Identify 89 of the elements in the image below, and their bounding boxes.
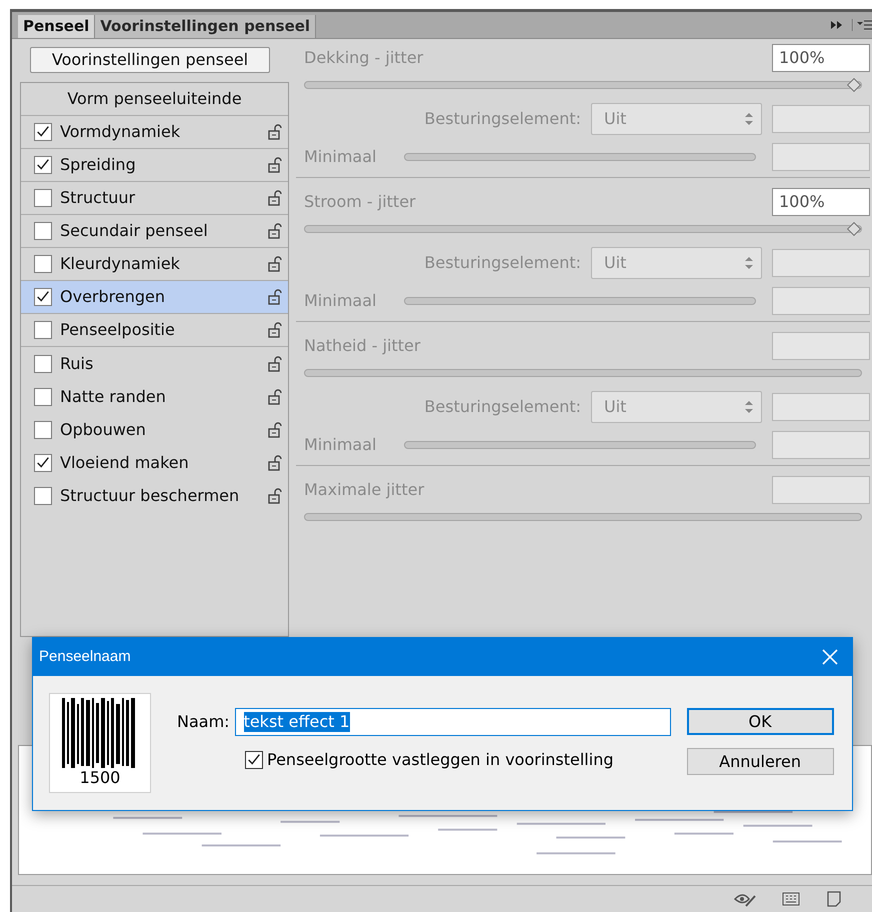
checkbox[interactable] <box>34 354 52 372</box>
brush-setting-item[interactable]: Secundair penseel <box>21 215 288 248</box>
value-input-field[interactable] <box>772 287 870 315</box>
setting-label[interactable]: Penseelpositie <box>60 318 260 342</box>
dialog-title: Penseelnaam <box>39 646 131 667</box>
lock-icon[interactable] <box>268 388 282 404</box>
panel-tab[interactable]: Voorinstellingen penseel <box>95 15 316 38</box>
lock-icon[interactable] <box>268 223 282 239</box>
checkbox[interactable] <box>34 222 52 240</box>
name-label: Naam: <box>177 711 230 733</box>
checkbox[interactable] <box>34 123 52 141</box>
expand-icon[interactable] <box>830 20 844 30</box>
setting-label[interactable]: Secundair penseel <box>60 219 260 243</box>
control-label: Besturingselement: <box>424 108 581 130</box>
panel-tab[interactable]: Penseel <box>18 15 96 38</box>
minimum-label: Minimaal <box>304 434 378 456</box>
dialog-button[interactable]: Annuleren <box>686 748 834 775</box>
checkbox[interactable] <box>34 255 52 273</box>
updown-icon <box>745 257 753 269</box>
brush-setting-item[interactable]: Vormdynamiek <box>21 116 288 149</box>
slider-track[interactable] <box>304 221 862 237</box>
value-input-field[interactable] <box>772 249 870 277</box>
checkbox[interactable] <box>34 189 52 207</box>
checkbox[interactable] <box>34 486 52 504</box>
section-title: Natheid - jitter <box>304 335 422 357</box>
value-input-field[interactable]: 100% <box>772 188 870 216</box>
control-label: Besturingselement: <box>424 396 581 418</box>
lock-icon[interactable] <box>268 356 282 372</box>
setting-label[interactable]: Opbouwen <box>60 418 260 442</box>
grid-icon[interactable] <box>782 892 800 906</box>
minimum-label: Minimaal <box>304 146 378 168</box>
setting-label[interactable]: Overbrengen <box>60 285 260 309</box>
minimum-label: Minimaal <box>304 290 378 312</box>
setting-label[interactable]: Ruis <box>60 352 260 376</box>
setting-label[interactable]: Kleurdynamiek <box>60 252 260 276</box>
brush-setting-item[interactable]: Spreiding <box>21 149 288 182</box>
value-input-field[interactable] <box>772 431 870 459</box>
checkbox[interactable] <box>34 288 52 306</box>
brush-setting-item[interactable]: Penseelpositie <box>21 314 288 347</box>
section-title: Stroom - jitter <box>304 191 417 213</box>
menu-icon[interactable] <box>852 19 872 31</box>
checkbox[interactable] <box>245 751 263 769</box>
dialog-button[interactable]: OK <box>686 708 834 735</box>
value-input-field[interactable] <box>772 332 870 360</box>
setting-label[interactable]: Natte randen <box>60 384 260 408</box>
lock-icon[interactable] <box>268 422 282 438</box>
brush-setting-item[interactable]: Overbrengen <box>21 281 288 314</box>
value-input-field[interactable] <box>772 105 870 133</box>
section-title: Dekking - jitter <box>304 47 424 69</box>
value-input-field[interactable]: 100% <box>772 44 870 72</box>
name-input-field[interactable]: tekst effect 1 <box>234 708 671 736</box>
section-title: Maximale jitter <box>304 479 426 501</box>
value-input-field[interactable] <box>772 393 870 421</box>
lock-icon[interactable] <box>268 190 282 206</box>
new-page-icon[interactable] <box>826 891 842 907</box>
checkbox[interactable] <box>34 420 52 438</box>
slider-track[interactable] <box>304 77 862 93</box>
checkbox[interactable] <box>34 454 52 472</box>
checkbox[interactable] <box>34 321 52 339</box>
brush-setting-item[interactable]: Natte randen <box>21 380 288 413</box>
setting-label[interactable]: Vormdynamiek <box>60 120 260 144</box>
setting-label[interactable]: Vloeiend maken <box>60 450 260 474</box>
control-label: Besturingselement: <box>424 252 581 274</box>
brush-size-label: 1500 <box>80 768 120 788</box>
updown-icon <box>745 113 753 125</box>
lock-size-label[interactable]: Penseelgrootte vastleggen in voorinstelling <box>267 748 614 772</box>
checkbox[interactable] <box>34 156 52 174</box>
lock-icon[interactable] <box>268 454 282 470</box>
brush-setting-item[interactable]: Structuur beschermen <box>21 479 288 512</box>
brush-setting-item[interactable]: Opbouwen <box>21 413 288 446</box>
setting-label[interactable]: Structuur <box>60 186 260 210</box>
setting-label[interactable]: Spreiding <box>60 153 260 177</box>
close-icon[interactable] <box>822 649 838 665</box>
updown-icon <box>745 401 753 413</box>
brush-setting-item[interactable]: Vloeiend maken <box>21 446 288 479</box>
lock-icon[interactable] <box>268 289 282 305</box>
checkbox[interactable] <box>34 388 52 406</box>
brush-tip-shape-item[interactable]: Vorm penseeluiteinde <box>67 87 242 111</box>
value-input-field[interactable] <box>772 143 870 171</box>
lock-icon[interactable] <box>268 124 282 140</box>
setting-label[interactable]: Structuur beschermen <box>60 484 260 508</box>
lock-icon[interactable] <box>268 256 282 272</box>
brush-setting-item[interactable]: Ruis <box>21 347 288 380</box>
lock-icon[interactable] <box>268 488 282 504</box>
brush-presets-button[interactable]: Voorinstellingen penseel <box>30 47 270 73</box>
value-input-field[interactable] <box>772 476 870 504</box>
lock-icon[interactable] <box>268 322 282 338</box>
brush-setting-item[interactable]: Structuur <box>21 182 288 215</box>
lock-icon[interactable] <box>268 157 282 173</box>
